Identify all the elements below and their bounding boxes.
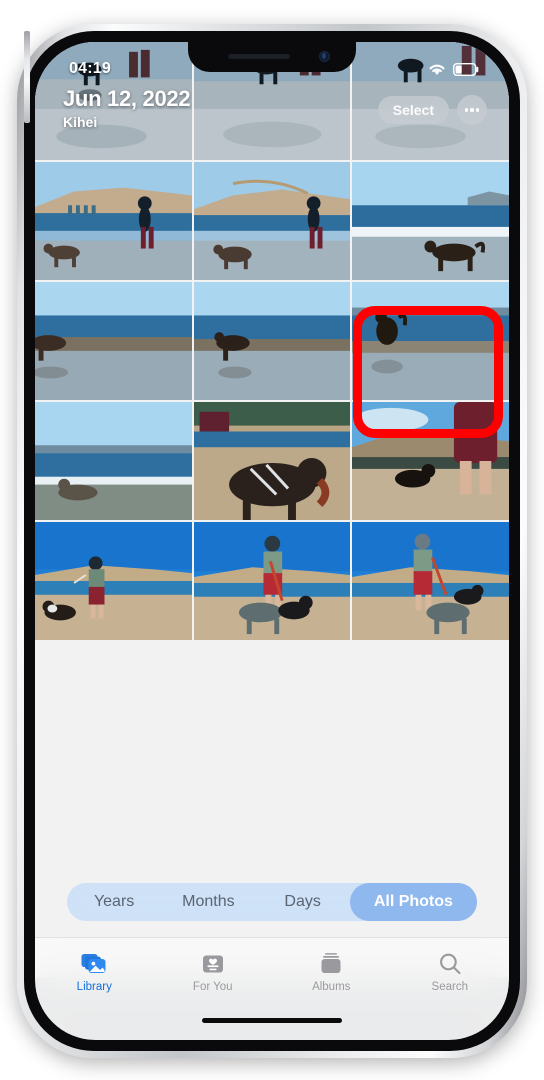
tab-for-you[interactable]: For You [154, 950, 273, 993]
home-indicator[interactable] [202, 1018, 342, 1023]
tab-bar: Library For You Albums Search [35, 937, 509, 1040]
more-options-button[interactable] [457, 95, 487, 125]
segment-months[interactable]: Months [161, 883, 255, 921]
photo-thumbnail[interactable] [193, 402, 351, 520]
ellipsis-icon [476, 108, 480, 112]
tab-label-library: Library [76, 981, 112, 993]
tab-albums[interactable]: Albums [272, 950, 391, 993]
photo-thumbnail[interactable] [352, 282, 509, 400]
phone-frame: 04:19 Jun 12, 2022 Kihei Select Years Mo… [17, 24, 527, 1058]
photo-thumbnail[interactable] [35, 402, 192, 520]
front-camera-icon [319, 51, 330, 62]
photo-thumbnail[interactable] [352, 402, 509, 520]
photo-stack-icon [81, 950, 108, 977]
segment-days[interactable]: Days [256, 883, 350, 921]
ellipsis-icon [464, 108, 468, 112]
phone-bezel: 04:19 Jun 12, 2022 Kihei Select Years Mo… [24, 31, 520, 1051]
tab-label-albums: Albums [312, 981, 351, 993]
tab-search[interactable]: Search [391, 950, 510, 993]
ellipsis-icon [470, 108, 474, 112]
tab-label-search: Search [431, 981, 468, 993]
photo-thumbnail[interactable] [193, 522, 351, 640]
tab-label-for-you: For You [192, 981, 233, 993]
segment-years[interactable]: Years [67, 883, 161, 921]
magnifier-icon [438, 950, 462, 977]
photo-thumbnail[interactable] [35, 42, 192, 160]
power-button[interactable] [24, 31, 30, 123]
photo-thumbnail-highlighted[interactable] [352, 162, 509, 280]
photo-thumbnail[interactable] [193, 282, 351, 400]
earpiece-speaker [228, 54, 290, 59]
photo-thumbnail[interactable] [35, 522, 192, 640]
timeline-segmented-control: Years Months Days All Photos [67, 883, 477, 921]
photo-thumbnail[interactable] [193, 162, 351, 280]
phone-screen: 04:19 Jun 12, 2022 Kihei Select Years Mo… [35, 42, 509, 1040]
photo-thumbnail[interactable] [35, 162, 192, 280]
header-actions: Select [377, 95, 487, 125]
albums-icon [319, 950, 343, 977]
segment-all-photos[interactable]: All Photos [349, 883, 477, 921]
heart-card-icon [201, 950, 225, 977]
photo-thumbnail[interactable] [35, 282, 192, 400]
select-button[interactable]: Select [377, 96, 449, 124]
tab-library[interactable]: Library [35, 950, 154, 993]
photo-thumbnail[interactable] [352, 522, 509, 640]
device-notch [188, 42, 356, 72]
photo-grid [35, 42, 509, 977]
